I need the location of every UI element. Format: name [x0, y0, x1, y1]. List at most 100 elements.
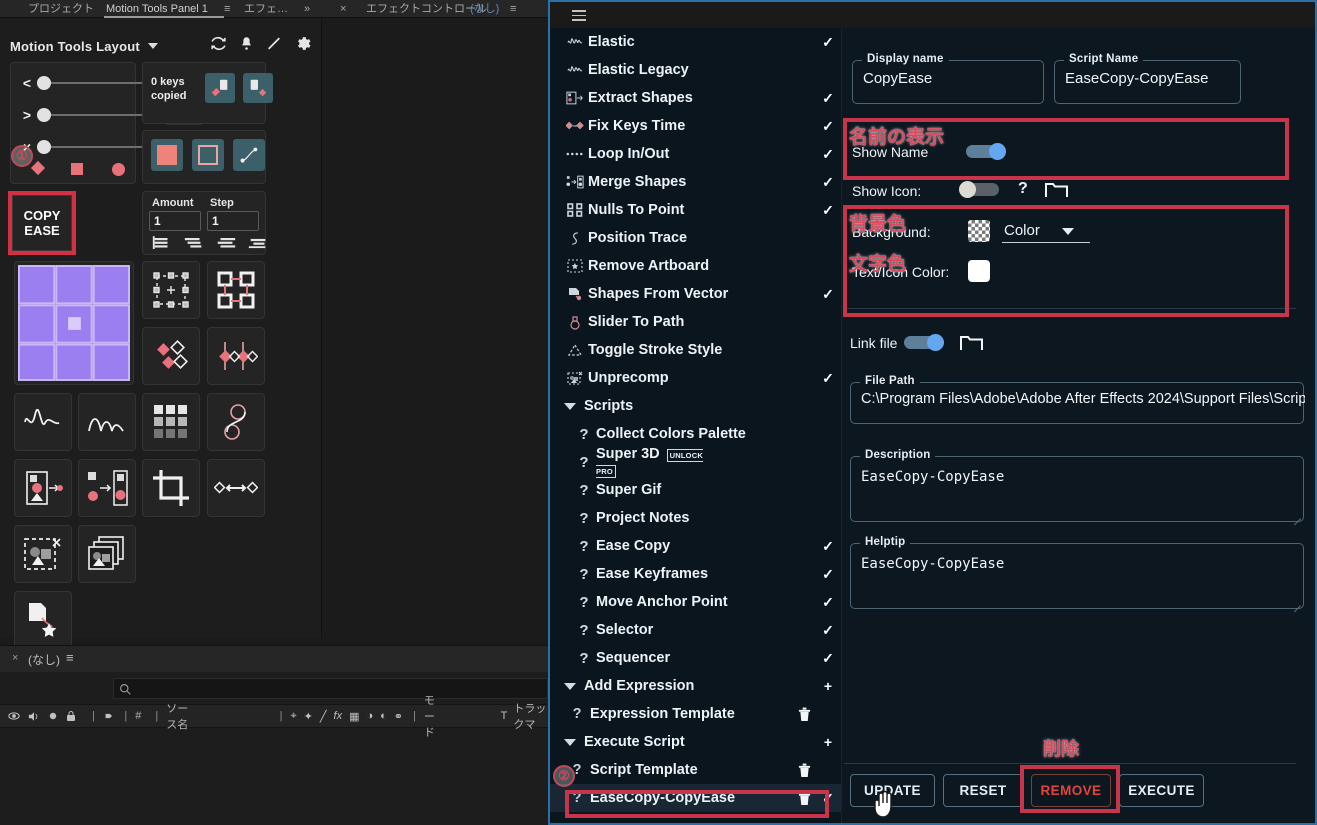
stagger-right-icon[interactable]: [215, 236, 237, 251]
ae-tab-overflow-icon[interactable]: »: [304, 0, 310, 18]
pencil-icon[interactable]: [266, 35, 282, 52]
file-path-field[interactable]: File Path C:\Program Files\Adobe\Adobe A…: [850, 375, 1305, 424]
check-icon[interactable]: ✓: [815, 90, 841, 107]
frame-blend-icon[interactable]: ▦: [349, 710, 359, 723]
text-icon-color-swatch[interactable]: [968, 260, 990, 282]
list-item[interactable]: Elastic Legacy: [550, 56, 841, 84]
timeline-search-input[interactable]: [113, 678, 548, 699]
ae-tab-effect-controls[interactable]: エフェクトコントロール: [366, 0, 487, 18]
background-swatch[interactable]: [968, 220, 990, 242]
list-item[interactable]: Add Expression +: [550, 672, 841, 700]
list-item[interactable]: ? Project Notes: [550, 504, 841, 532]
helptip-field[interactable]: Helptip EaseCopy-CopyEase: [850, 536, 1304, 609]
delete-icon[interactable]: [793, 791, 815, 806]
wiggle-button[interactable]: [14, 393, 72, 451]
chevron-down-icon[interactable]: [147, 43, 158, 49]
list-item[interactable]: Execute Script +: [550, 728, 841, 756]
copy-ease-button[interactable]: COPY EASE: [12, 195, 72, 251]
add-icon[interactable]: +: [815, 679, 841, 693]
nulls-to-point-button[interactable]: [207, 261, 265, 319]
check-icon[interactable]: ✓: [815, 370, 841, 387]
ae-tab-motion-menu-icon[interactable]: ≡: [224, 0, 230, 18]
list-item[interactable]: Merge Shapes ✓: [550, 168, 841, 196]
step-input[interactable]: 1: [207, 211, 259, 231]
list-item[interactable]: Slider To Path: [550, 308, 841, 336]
gear-icon[interactable]: [294, 35, 311, 52]
check-icon[interactable]: ✓: [815, 146, 841, 163]
reset-button[interactable]: RESET: [943, 774, 1023, 807]
ae-tab-project[interactable]: プロジェクト: [28, 0, 94, 18]
list-item[interactable]: Remove Artboard: [550, 252, 841, 280]
check-icon[interactable]: ✓: [815, 118, 841, 135]
check-icon[interactable]: ✓: [815, 566, 841, 583]
show-icon-folder-icon[interactable]: [1045, 180, 1069, 204]
delete-icon[interactable]: [793, 763, 815, 778]
list-item[interactable]: Scripts: [550, 392, 841, 420]
copy-keys-button[interactable]: [205, 73, 235, 103]
list-item[interactable]: ? EaseCopy-CopyEase ✓: [550, 784, 841, 812]
apply-preset-button[interactable]: [14, 591, 72, 649]
helptip-resize-handle[interactable]: [1292, 597, 1301, 606]
script-name-field[interactable]: Script Name EaseCopy-CopyEase: [1054, 53, 1241, 104]
check-icon[interactable]: ✓: [815, 538, 841, 555]
align-left-icon[interactable]: [151, 236, 173, 251]
list-item[interactable]: ? Collect Colors Palette: [550, 420, 841, 448]
solo-icon[interactable]: [48, 711, 58, 721]
fix-keys-time-button[interactable]: [207, 459, 265, 517]
diamond-keyframe-icon[interactable]: [30, 160, 46, 176]
slider-knob-in[interactable]: [37, 76, 51, 90]
hamburger-icon[interactable]: [572, 10, 586, 24]
link-file-folder-icon[interactable]: [960, 333, 984, 357]
extract-shapes-button[interactable]: [14, 459, 72, 517]
amount-input[interactable]: 1: [149, 211, 201, 231]
unprecomp-button[interactable]: [14, 525, 72, 583]
stagger-down-icon[interactable]: [183, 236, 205, 251]
remove-button[interactable]: REMOVE: [1031, 774, 1111, 807]
list-item[interactable]: ? Ease Copy ✓: [550, 532, 841, 560]
show-name-toggle[interactable]: [966, 143, 1006, 160]
chevron-down-icon[interactable]: [1062, 228, 1074, 235]
eye-icon[interactable]: [8, 711, 20, 721]
bell-icon[interactable]: [239, 35, 254, 52]
description-resize-handle[interactable]: [1292, 510, 1301, 519]
motion-path-button[interactable]: [233, 139, 265, 171]
fill-shape-button[interactable]: [151, 139, 183, 171]
check-icon[interactable]: ✓: [815, 622, 841, 639]
list-item[interactable]: ? Sequencer ✓: [550, 644, 841, 672]
link-file-toggle[interactable]: [904, 334, 944, 351]
square-keyframe-icon[interactable]: [71, 163, 83, 175]
list-item[interactable]: ? Super 3D UNLOCK PRO: [550, 446, 841, 478]
check-icon[interactable]: ✓: [815, 34, 841, 51]
background-type-dropdown-value[interactable]: Color: [1004, 222, 1040, 239]
list-item[interactable]: ? Script Template: [550, 756, 841, 784]
list-item[interactable]: Fix Keys Time ✓: [550, 112, 841, 140]
list-item[interactable]: Nulls To Point ✓: [550, 196, 841, 224]
effects-icon[interactable]: fx: [334, 710, 343, 722]
slider-knob-out[interactable]: [37, 108, 51, 122]
add-icon[interactable]: +: [815, 735, 841, 749]
lock-icon[interactable]: [66, 710, 76, 722]
slider-to-path-button[interactable]: [207, 393, 265, 451]
list-item[interactable]: Unprecomp ✓: [550, 364, 841, 392]
list-item[interactable]: Elastic ✓: [550, 28, 841, 56]
stroke-shape-button[interactable]: [192, 139, 224, 171]
display-name-field[interactable]: Display name CopyEase: [852, 53, 1044, 104]
list-item[interactable]: ? Ease Keyframes ✓: [550, 560, 841, 588]
crop-comp-button[interactable]: [142, 459, 200, 517]
description-field[interactable]: Description EaseCopy-CopyEase: [850, 449, 1304, 522]
show-icon-toggle[interactable]: [959, 181, 999, 198]
slider-knob-influence[interactable]: [37, 140, 51, 154]
align-keys-button[interactable]: [142, 327, 200, 385]
bounce-button[interactable]: [78, 393, 136, 451]
adjustment-icon[interactable]: ◑: [366, 710, 373, 722]
execute-button[interactable]: EXECUTE: [1119, 774, 1204, 807]
duplicate-comp-button[interactable]: [78, 525, 136, 583]
ae-tab-close-icon[interactable]: ×: [340, 0, 346, 18]
timeline-menu-icon[interactable]: ≡: [66, 650, 74, 665]
unlock-pro-badge[interactable]: UNLOCK PRO: [596, 449, 703, 478]
paste-keys-button[interactable]: [243, 73, 273, 103]
list-item[interactable]: ? Super Gif: [550, 476, 841, 504]
tool-list[interactable]: Elastic ✓ Elastic Legacy Extract Shapes ✓ Fix…: [550, 28, 842, 823]
list-item[interactable]: Shapes From Vector ✓: [550, 280, 841, 308]
delete-icon[interactable]: [793, 707, 815, 722]
